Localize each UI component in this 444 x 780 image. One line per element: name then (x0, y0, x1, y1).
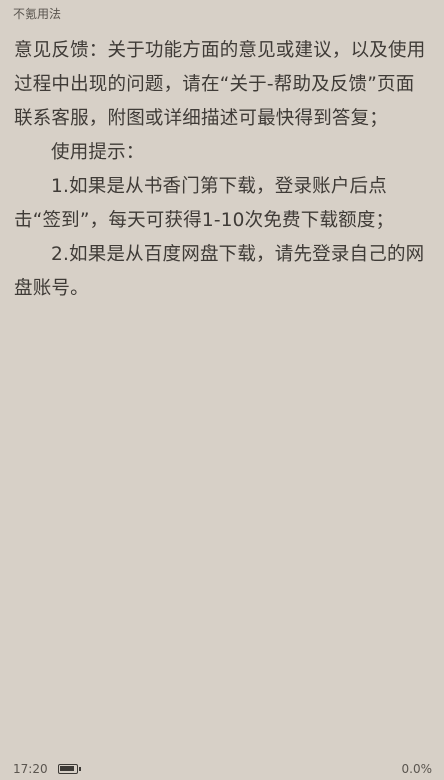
battery-tip (79, 767, 81, 771)
paragraph-tip-1: 1.如果是从书香门第下载，登录账户后点击“签到”，每天可获得1-10次免费下载额… (14, 176, 395, 231)
reading-progress: 0.0% (401, 762, 433, 776)
battery-icon (58, 764, 81, 774)
paragraph-feedback: 意见反馈：关于功能方面的意见或建议，以及使用过程中出现的问题，请在“关于-帮助及… (14, 40, 426, 129)
reading-content[interactable]: 意见反馈：关于功能方面的意见或建议，以及使用过程中出现的问题，请在“关于-帮助及… (14, 34, 432, 306)
paragraph-tips-heading: 使用提示： (51, 142, 145, 163)
chapter-title: 不氪用法 (13, 7, 62, 21)
reader-page[interactable]: 不氪用法 意见反馈：关于功能方面的意见或建议，以及使用过程中出现的问题，请在“关… (0, 0, 444, 780)
battery-level-fill (60, 766, 74, 771)
reader-status-bar: 17:20 0.0% (0, 756, 444, 780)
clock-time: 17:20 (13, 762, 48, 776)
paragraph-tip-2: 2.如果是从百度网盘下载，请先登录自己的网盘账号。 (14, 244, 425, 299)
